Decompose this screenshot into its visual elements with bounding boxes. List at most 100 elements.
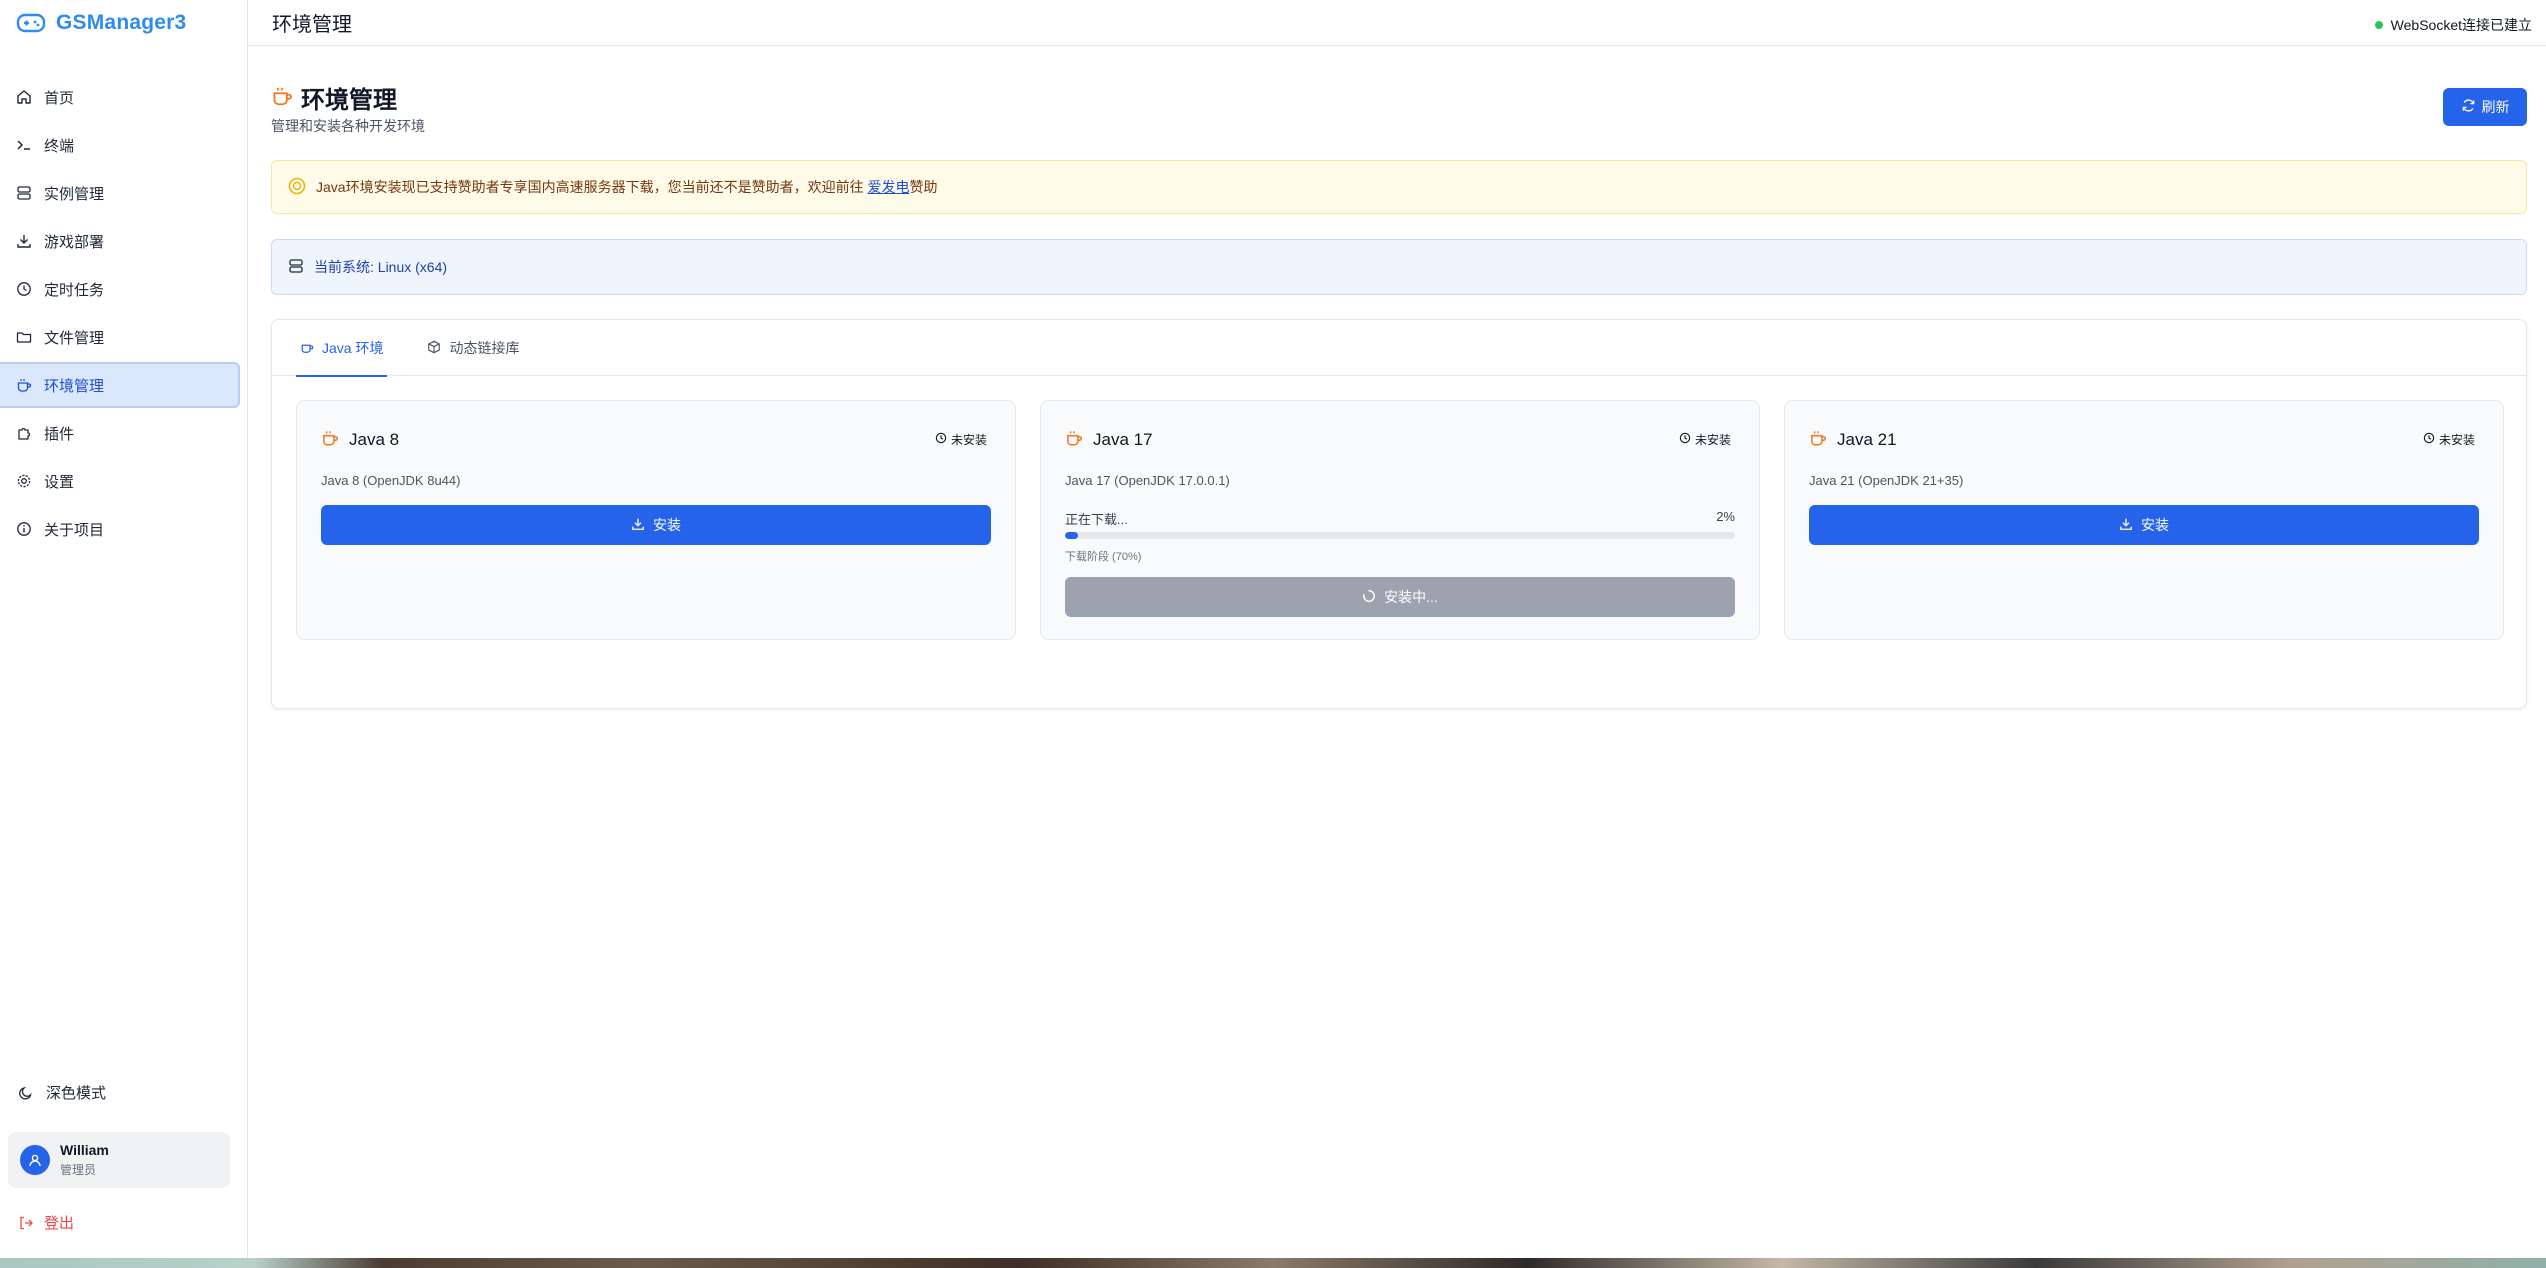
page-title-row: 环境管理: [271, 80, 397, 115]
user-name: William: [60, 1142, 109, 1158]
sidebar-item-terminal[interactable]: 终端: [0, 122, 240, 168]
notice-body: Java环境安装现已支持赞助者专享国内高速服务器下载，您当前还不是赞助者，欢迎前…: [316, 179, 868, 195]
card-description: Java 21 (OpenJDK 21+35): [1809, 473, 1964, 488]
coffee-icon: [300, 340, 314, 357]
main-content: 环境管理 管理和安装各种开发环境 刷新 Java环境安装现已支持赞助者专享国内高…: [271, 46, 2527, 709]
tab-label: Java 环境: [322, 340, 384, 356]
moon-icon: [18, 1085, 34, 1101]
sidebar-item-about[interactable]: 关于项目: [0, 506, 240, 552]
sidebar-item-label: 游戏部署: [44, 233, 105, 251]
clock-icon: [1679, 432, 1691, 447]
server-icon: [288, 258, 304, 277]
folder-icon: [16, 329, 32, 345]
dark-mode-label: 深色模式: [46, 1085, 107, 1102]
installing-label: 安装中...: [1384, 589, 1438, 605]
status-dot-icon: [2374, 21, 2383, 29]
brand-name: GSManager3: [56, 11, 187, 34]
page-subtitle: 管理和安装各种开发环境: [271, 118, 425, 134]
sidebar-item-label: 首页: [44, 89, 75, 107]
sidebar-item-label: 插件: [44, 425, 75, 443]
websocket-status-text: WebSocket连接已建立: [2390, 17, 2532, 33]
install-label: 安装: [653, 517, 681, 533]
card-description: Java 17 (OpenJDK 17.0.0.1): [1065, 473, 1230, 488]
afdian-link[interactable]: 爱发电: [867, 179, 909, 195]
download-icon: [16, 233, 32, 249]
status-badge-label: 未安装: [2438, 433, 2475, 447]
refresh-icon: [2461, 98, 2476, 116]
user-card[interactable]: William 管理员: [8, 1132, 230, 1188]
java-card: Java 8 未安装 Java 8 (OpenJDK 8u44) 安装: [296, 400, 1016, 640]
brand[interactable]: GSManager3: [0, 0, 247, 46]
card-description: Java 8 (OpenJDK 8u44): [321, 473, 461, 488]
avatar: [20, 1145, 50, 1175]
coffee-icon: [1809, 429, 1827, 450]
dark-mode-toggle[interactable]: 深色模式: [18, 1082, 106, 1103]
system-info-text: 当前系统: Linux (x64): [314, 259, 448, 275]
header-title: 环境管理: [272, 14, 352, 36]
terminal-icon: [16, 137, 32, 153]
sidebar-item-home[interactable]: 首页: [0, 74, 240, 120]
sidebar-item-files[interactable]: 文件管理: [0, 314, 240, 360]
sidebar-item-settings[interactable]: 设置: [0, 458, 240, 504]
progress-percent: 2%: [1716, 509, 1735, 524]
status-badge: 未安装: [935, 431, 987, 448]
coffee-icon: [321, 429, 339, 450]
page-header: 环境管理 管理和安装各种开发环境 刷新: [271, 46, 2527, 136]
clock-icon: [935, 432, 947, 447]
sidebar-nav: 首页 终端 实例管理 游戏部署 定时任务 文件管理 环境管理 插件 设置 关于项…: [0, 72, 248, 554]
card-title: Java 21: [1837, 429, 1897, 449]
java-card: Java 17 未安装 Java 17 (OpenJDK 17.0.0.1) 正…: [1040, 400, 1760, 640]
progress-label: 正在下载...: [1065, 512, 1128, 527]
sidebar-item-instances[interactable]: 实例管理: [0, 170, 240, 216]
status-badge-label: 未安装: [950, 433, 987, 447]
tab-libraries[interactable]: 动态链接库: [423, 320, 523, 376]
sidebar-item-plugins[interactable]: 插件: [0, 410, 240, 456]
java-card: Java 21 未安装 Java 21 (OpenJDK 21+35) 安装: [1784, 400, 2504, 640]
status-badge: 未安装: [2423, 431, 2475, 448]
sidebar-item-label: 定时任务: [44, 281, 105, 299]
download-icon: [631, 517, 645, 534]
sidebar: GSManager3 首页 终端 实例管理 游戏部署 定时任务 文件管理 环境管…: [0, 0, 248, 1258]
notice-suffix: 赞助: [909, 179, 938, 195]
progress-bar: [1065, 532, 1735, 539]
coffee-icon: [1065, 429, 1083, 450]
clock-icon: [16, 281, 32, 297]
sidebar-item-label: 关于项目: [44, 521, 105, 539]
page-title: 环境管理: [301, 87, 397, 114]
tab-java[interactable]: Java 环境: [296, 320, 388, 377]
card-title: Java 17: [1093, 429, 1153, 449]
card-header: Java 17: [1065, 429, 1153, 450]
user-role: 管理员: [60, 1163, 97, 1177]
refresh-button[interactable]: 刷新: [2443, 88, 2527, 126]
server-icon: [16, 185, 32, 201]
user-icon: [29, 1154, 41, 1167]
sidebar-item-label: 设置: [44, 473, 75, 491]
coffee-icon: [271, 85, 293, 110]
installing-button[interactable]: 安装中...: [1065, 577, 1735, 617]
sidebar-item-label: 终端: [44, 137, 75, 155]
system-info: 当前系统: Linux (x64): [271, 239, 2527, 295]
top-bar: 环境管理 WebSocket连接已建立: [248, 0, 2546, 46]
sponsor-notice: Java环境安装现已支持赞助者专享国内高速服务器下载，您当前还不是赞助者，欢迎前…: [271, 160, 2527, 214]
install-button[interactable]: 安装: [321, 505, 991, 545]
home-icon: [16, 89, 32, 105]
coin-icon: [288, 177, 306, 198]
puzzle-icon: [16, 425, 32, 441]
sidebar-item-label: 实例管理: [44, 185, 105, 203]
sidebar-item-deploy[interactable]: 游戏部署: [0, 218, 240, 264]
tab-bar: Java 环境 动态链接库: [272, 320, 2526, 377]
card-title: Java 8: [349, 429, 400, 449]
background-image-strip: [0, 1258, 2546, 1268]
clock-icon: [2423, 432, 2435, 447]
java-cards: Java 8 未安装 Java 8 (OpenJDK 8u44) 安装 Java…: [296, 400, 2504, 640]
tab-label: 动态链接库: [449, 340, 520, 356]
sidebar-item-schedule[interactable]: 定时任务: [0, 266, 240, 312]
install-button[interactable]: 安装: [1809, 505, 2479, 545]
logout-button[interactable]: 登出: [18, 1212, 74, 1233]
sidebar-item-label: 文件管理: [44, 329, 105, 347]
sidebar-item-environment[interactable]: 环境管理: [0, 362, 240, 408]
coffee-icon: [16, 377, 32, 393]
info-icon: [16, 521, 32, 537]
card-header: Java 8: [321, 429, 399, 450]
notice-text: Java环境安装现已支持赞助者专享国内高速服务器下载，您当前还不是赞助者，欢迎前…: [316, 177, 937, 197]
